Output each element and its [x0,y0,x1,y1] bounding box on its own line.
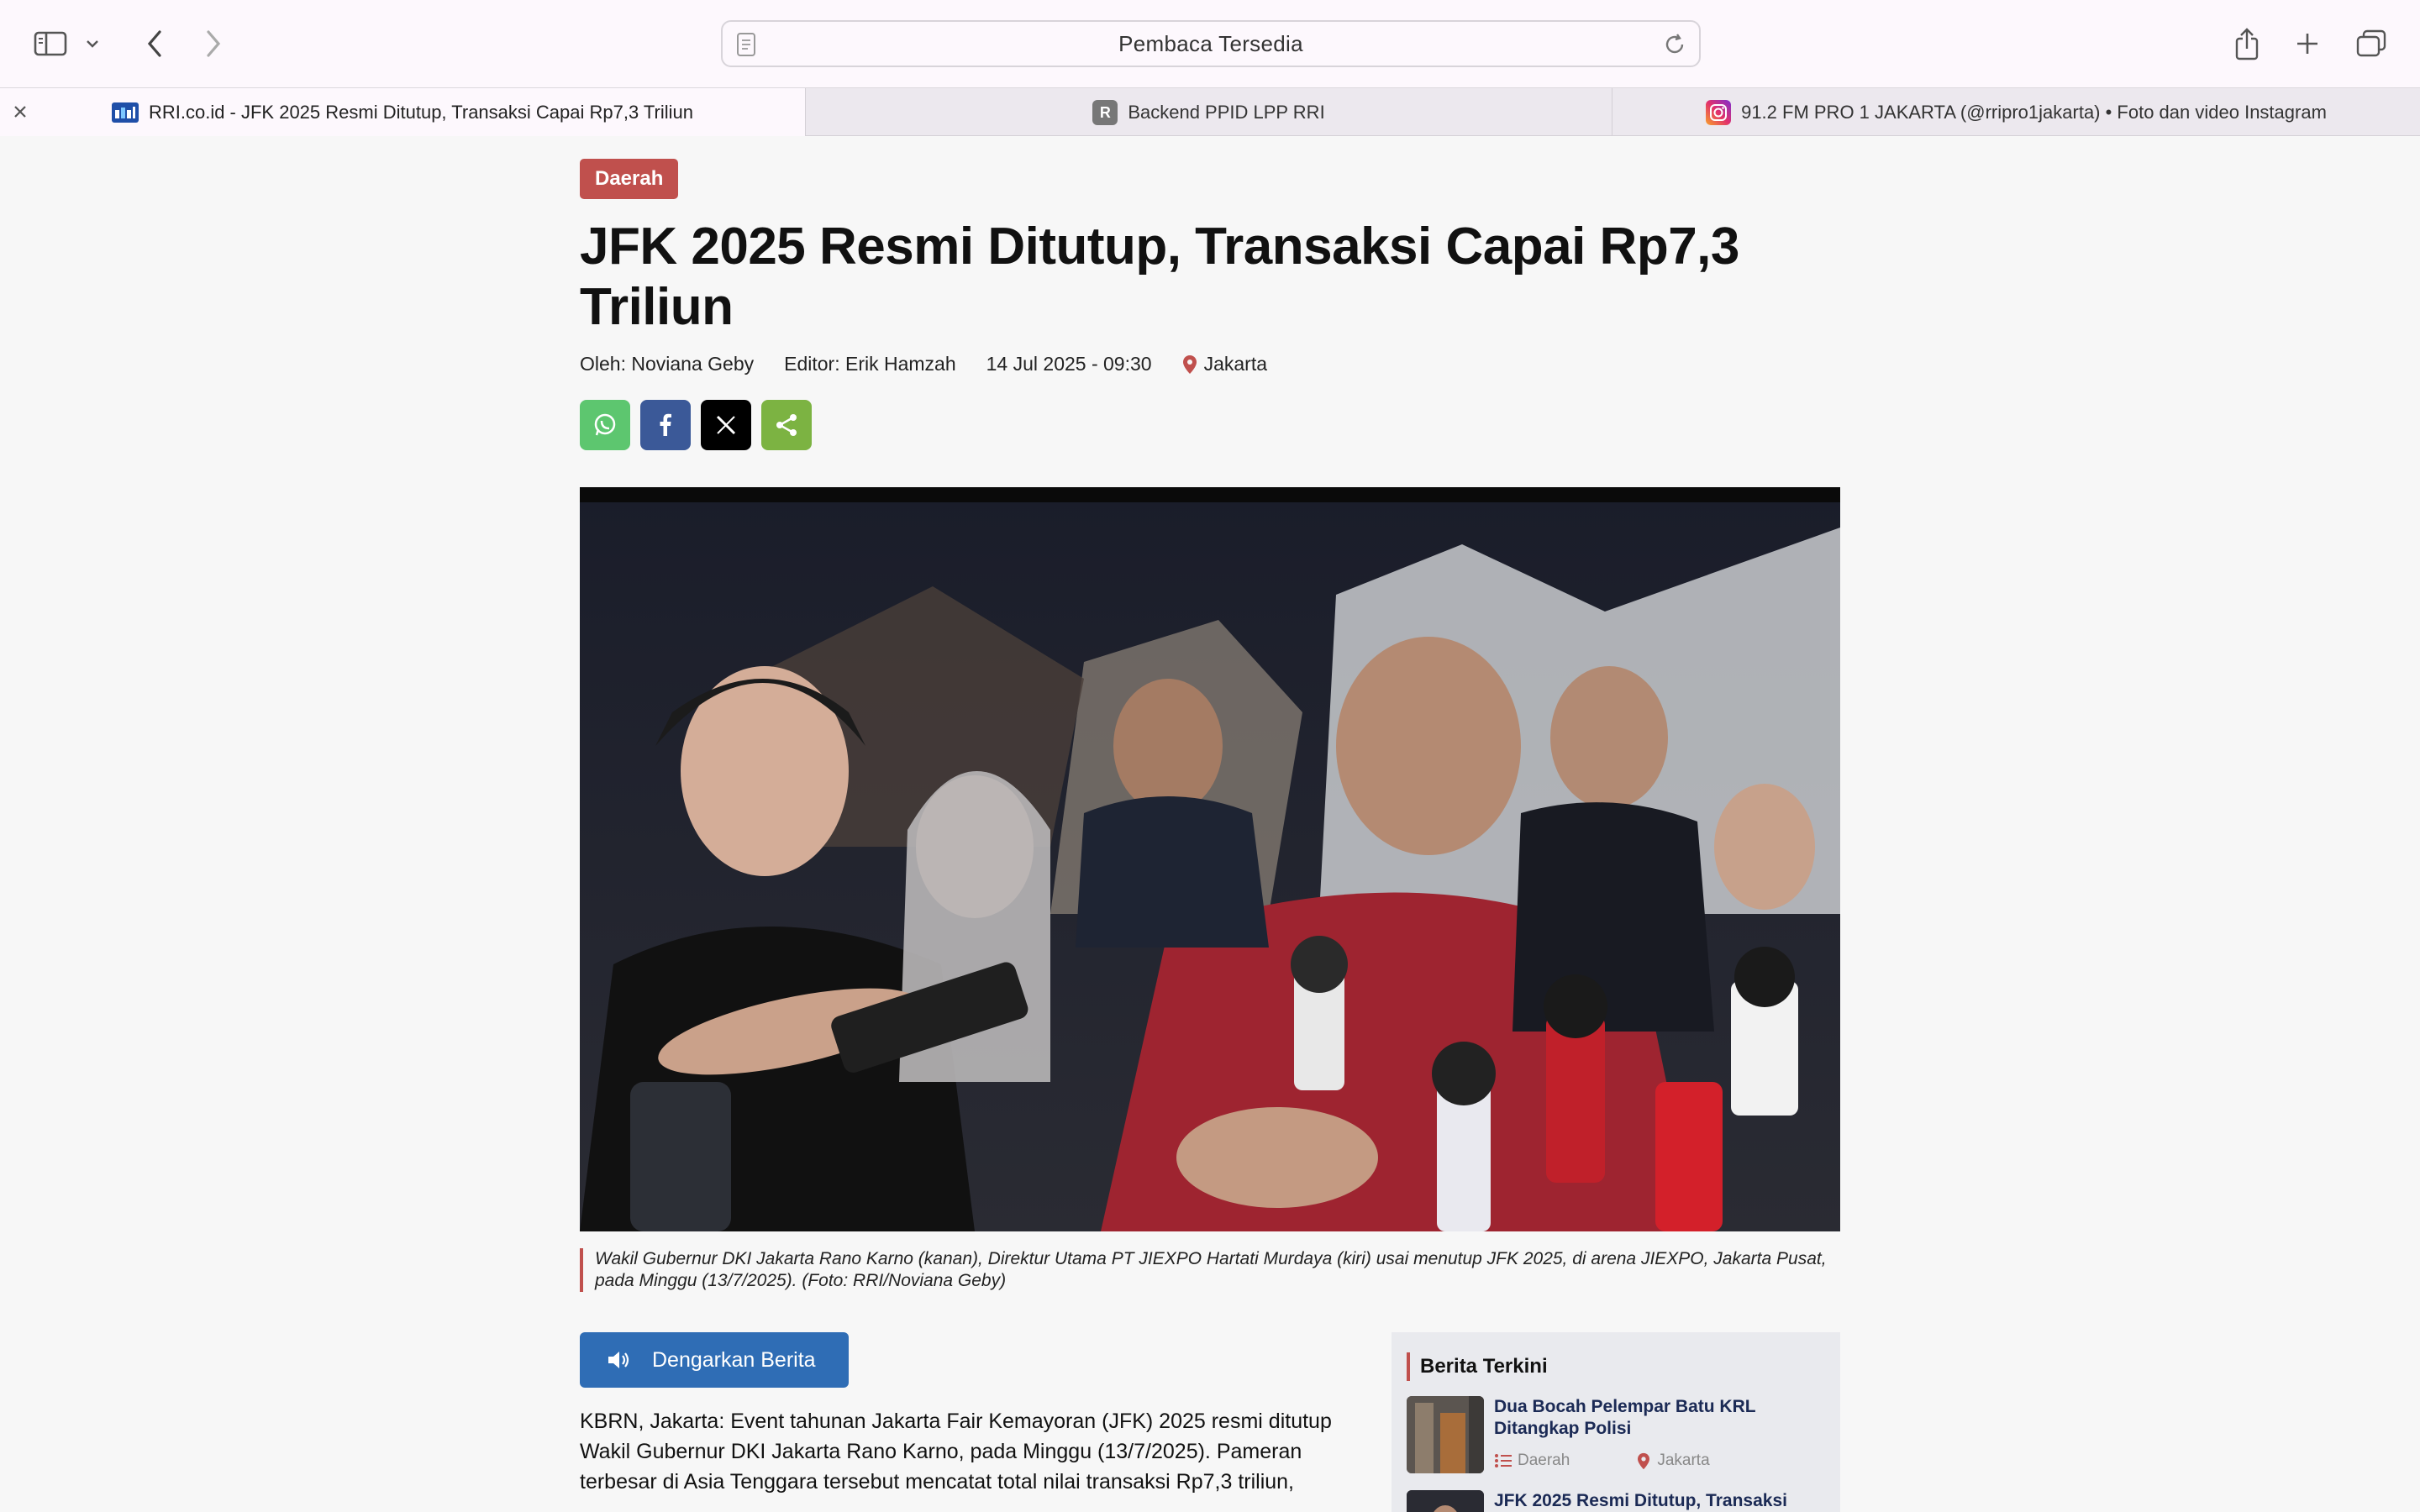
news-thumbnail [1407,1396,1484,1473]
share-icon[interactable] [2222,18,2272,69]
tab-backend-ppid[interactable]: R Backend PPID LPP RRI [805,88,1612,137]
share-buttons [580,400,822,450]
news-category-text: Daerah [1518,1452,1570,1469]
news-thumbnail [1407,1490,1484,1512]
r-favicon-icon: R [1092,100,1118,125]
location: Jakarta [1182,353,1297,375]
address-text: Pembaca Tersedia [1118,30,1303,56]
facebook-share-button[interactable] [640,400,691,450]
instagram-icon [1706,100,1732,125]
news-title[interactable]: JFK 2025 Resmi Ditutup, Transaksi [1494,1490,1813,1512]
news-location: Jakarta [1637,1452,1743,1470]
map-pin-icon [1182,354,1197,374]
facebook-icon [660,413,671,436]
editor: Editor: Erik Hamzah [784,353,956,375]
chevron-down-icon[interactable] [76,18,109,69]
share-nodes-icon [776,414,797,436]
new-tab-icon[interactable] [2282,18,2333,69]
category-badge[interactable]: Daerah [580,159,679,199]
map-pin-icon [1638,1452,1650,1469]
general-share-button[interactable] [761,400,812,450]
browser-toolbar: Pembaca Tersedia [0,0,2420,87]
tab-title: Backend PPID LPP RRI [1128,102,1325,123]
photo-caption: Wakil Gubernur DKI Jakarta Rano Karno (k… [580,1248,1840,1292]
address-bar[interactable]: Pembaca Tersedia [721,20,1701,67]
article-photo [580,487,1840,1231]
x-logo-icon [716,415,736,435]
back-icon[interactable] [129,18,180,69]
whatsapp-share-button[interactable] [580,400,630,450]
author: Oleh: Noviana Geby [580,353,755,375]
web-page: Daerah JFK 2025 Resmi Ditutup, Transaksi… [0,136,2420,1512]
sidebar-heading: Berita Terkini [1407,1352,1548,1381]
publish-date: 14 Jul 2025 - 09:30 [986,353,1152,375]
article-body: KBRN, Jakarta: Event tahunan Jakarta Fai… [580,1410,1332,1494]
tab-instagram[interactable]: 91.2 FM PRO 1 JAKARTA (@rripro1jakarta) … [1612,88,2420,137]
sidebar-toggle-icon[interactable] [25,18,76,69]
listen-button[interactable]: Dengarkan Berita [580,1332,849,1388]
news-title[interactable]: Dua Bocah Pelempar Batu KRL Ditangkap Po… [1494,1396,1813,1440]
reload-icon[interactable] [1662,32,1687,61]
news-category: Daerah [1494,1452,1603,1470]
tab-rri-article[interactable]: RRI.co.id - JFK 2025 Resmi Ditutup, Tran… [0,88,805,137]
list-icon [1495,1454,1512,1467]
article-title: JFK 2025 Resmi Ditutup, Transaksi Capai … [580,218,1739,336]
news-location-text: Jakarta [1657,1452,1710,1469]
news-item[interactable]: Dua Bocah Pelempar Batu KRL Ditangkap Po… [1407,1396,1827,1477]
forward-icon[interactable] [188,18,239,69]
speaker-icon [608,1352,629,1368]
tab-title: RRI.co.id - JFK 2025 Resmi Ditutup, Tran… [148,102,694,123]
tab-overview-icon[interactable] [2346,18,2396,69]
news-meta: Daerah Jakarta [1494,1452,1777,1470]
tab-bar: RRI.co.id - JFK 2025 Resmi Ditutup, Tran… [0,87,2420,137]
listen-label: Dengarkan Berita [652,1347,816,1372]
news-item[interactable]: JFK 2025 Resmi Ditutup, Transaksi [1407,1490,1827,1512]
article-meta: Oleh: Noviana Geby Editor: Erik Hamzah 1… [580,353,1328,375]
latest-news-sidebar: Berita Terkini Dua Bocah Pelempar Batu K… [1392,1332,1840,1512]
tab-title: 91.2 FM PRO 1 JAKARTA (@rripro1jakarta) … [1741,102,2327,123]
close-icon[interactable] [10,102,30,122]
location-text: Jakarta [1203,353,1268,375]
x-share-button[interactable] [701,400,751,450]
rri-logo-icon [111,102,139,123]
whatsapp-icon [594,413,616,436]
page-icon [736,32,756,61]
